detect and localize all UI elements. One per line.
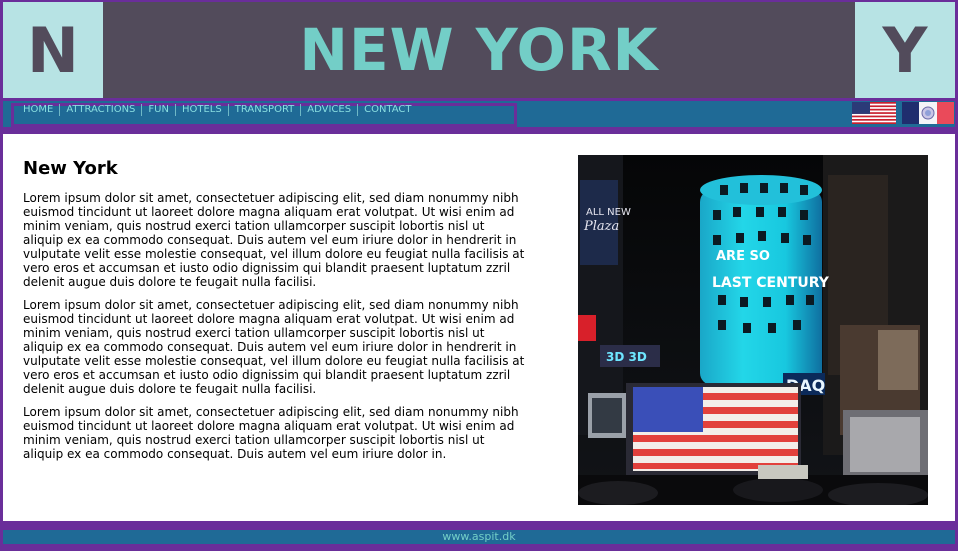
sign-all-new: ALL NEW (586, 207, 631, 218)
content-text: Lorem ipsum dolor sit amet, consectetuer… (23, 191, 528, 470)
content-title: New York (23, 158, 118, 179)
site-header: N NEW YORK Y (3, 2, 955, 98)
header-letter-right: Y (855, 2, 955, 98)
nav-menu: HOME ATTRACTIONS FUN HOTELS TRANSPORT AD… (11, 103, 517, 127)
content-paragraph: Lorem ipsum dolor sit amet, consectetuer… (23, 191, 525, 289)
nav-item-attractions[interactable]: ATTRACTIONS (60, 104, 143, 116)
fr-flag-icon[interactable] (902, 102, 954, 124)
nav-item-home[interactable]: HOME (14, 104, 61, 116)
tower-text-line1: ARE SO (716, 249, 770, 264)
nav-item-advices[interactable]: ADVICES (301, 104, 359, 116)
content-paragraph: Lorem ipsum dolor sit amet, consectetuer… (23, 405, 519, 461)
nav-bar: HOME ATTRACTIONS FUN HOTELS TRANSPORT AD… (3, 101, 955, 127)
content-paragraph: Lorem ipsum dolor sit amet, consectetuer… (23, 298, 525, 396)
sign-plaza: Plaza (583, 219, 619, 234)
times-square-photo: ALL NEW Plaza 3D 3D ARE SO LAST CENTURY … (578, 155, 928, 505)
tower-text-line2: LAST CENTURY (712, 275, 830, 291)
nav-item-contact[interactable]: CONTACT (358, 104, 417, 116)
site-title: NEW YORK (299, 16, 659, 84)
sign-3d: 3D 3D (606, 350, 647, 364)
main-content: New York Lorem ipsum dolor sit amet, con… (3, 134, 955, 521)
nav-item-hotels[interactable]: HOTELS (176, 104, 229, 116)
us-flag-icon[interactable] (852, 102, 896, 124)
header-letter-left: N (3, 2, 103, 98)
site-footer[interactable]: www.aspit.dk (3, 530, 955, 544)
nav-item-transport[interactable]: TRANSPORT (229, 104, 302, 116)
page-frame: N NEW YORK Y HOME ATTRACTIONS FUN HOTELS… (0, 0, 958, 551)
nav-item-fun[interactable]: FUN (142, 104, 176, 116)
